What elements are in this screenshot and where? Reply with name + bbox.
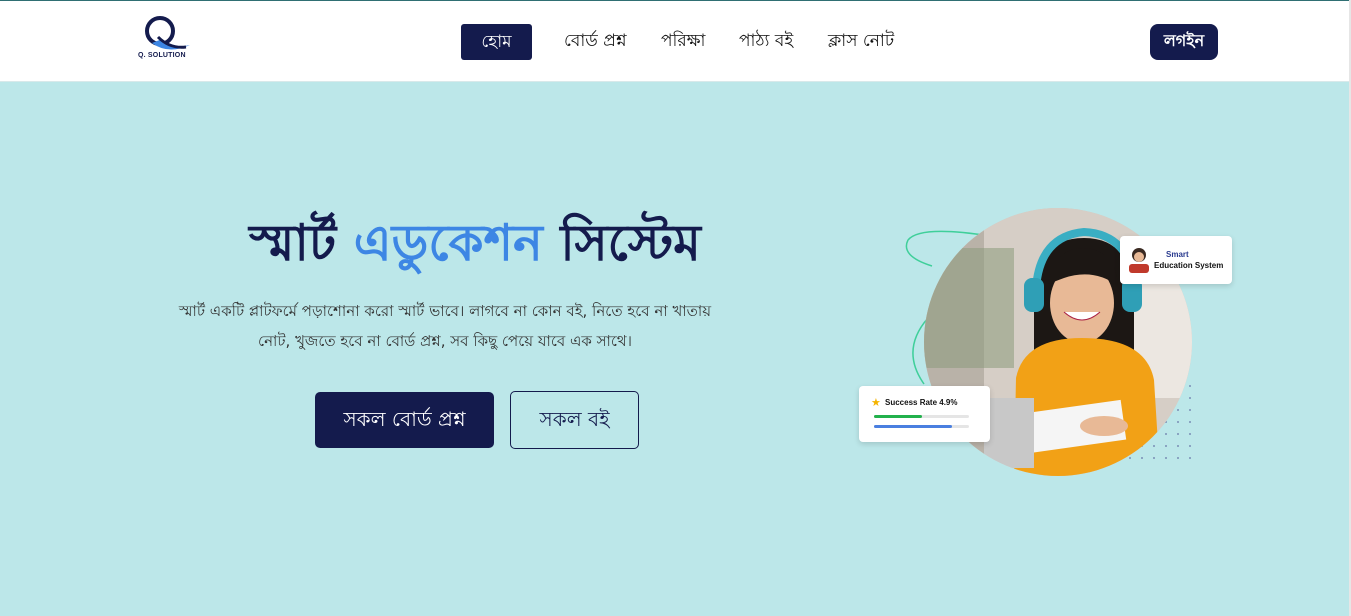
smart-card-title: Smart [1166, 250, 1189, 259]
success-rate-card: ★ Success Rate 4.9% [859, 386, 990, 442]
star-icon: ★ [871, 396, 881, 409]
nav-board-questions[interactable]: বোর্ড প্রশ্ন [564, 23, 627, 59]
logo-text: Q. SOLUTION [138, 52, 186, 59]
nav-home[interactable]: হোম [461, 24, 532, 60]
hero-title-part3: সিস্টেম [560, 213, 701, 272]
student-avatar-icon [1129, 248, 1149, 273]
q-logo-icon [145, 16, 190, 50]
success-rate-label: Success Rate 4.9% [885, 398, 958, 407]
all-board-questions-button[interactable]: সকল বোর্ড প্রশ্ন [315, 392, 494, 448]
login-button[interactable]: লগইন [1150, 24, 1218, 60]
hero-title: স্মার্ট এডুকেশন সিস্টেম [200, 206, 750, 289]
all-books-button[interactable]: সকল বই [510, 391, 639, 449]
site-logo[interactable]: Q. SOLUTION [138, 15, 194, 63]
hero-visual: Smart Education System ★ Success Rate 4.… [850, 200, 1240, 490]
nav-textbooks[interactable]: পাঠ্য বই [739, 23, 793, 59]
nav-class-notes[interactable]: ক্লাস নোট [828, 23, 894, 59]
nav-exam[interactable]: পরিক্ষা [661, 23, 705, 59]
hero-title-part1: স্মার্ট [249, 213, 337, 272]
hero-title-accent: এডুকেশন [353, 213, 543, 272]
hero-description-line2: নোট, খুজতে হবে না বোর্ড প্রশ্ন, সব কিছু … [257, 332, 633, 350]
site-header: Q. SOLUTION হোম বোর্ড প্রশ্ন পরিক্ষা পাঠ… [0, 1, 1349, 82]
hero-description: স্মার্ট একটি প্লাটফর্মে পড়াশোনা করো স্ম… [150, 296, 740, 356]
success-bar-green [874, 415, 969, 418]
hero-description-line1: স্মার্ট একটি প্লাটফর্মে পড়াশোনা করো স্ম… [178, 302, 712, 320]
smart-education-card: Smart Education System [1120, 236, 1232, 284]
success-bar-blue [874, 425, 969, 428]
smart-card-subtitle: Education System [1154, 261, 1224, 270]
